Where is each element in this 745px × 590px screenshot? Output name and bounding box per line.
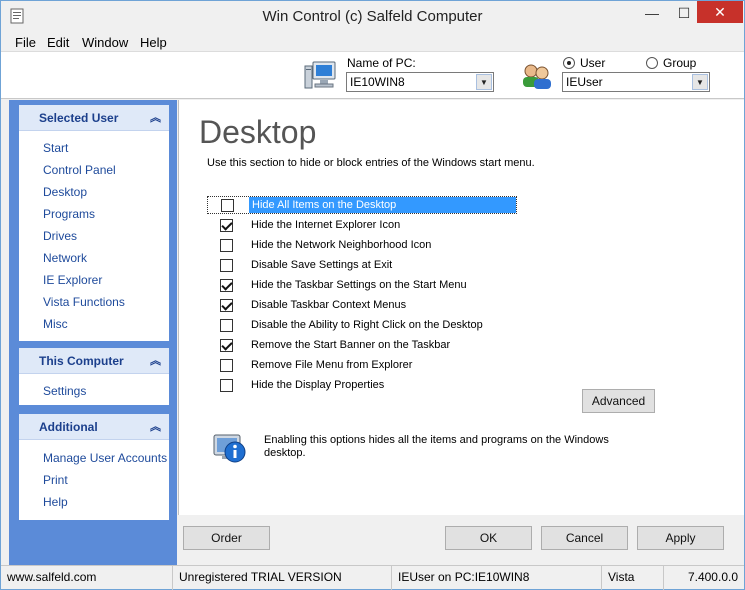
checkbox[interactable] bbox=[220, 358, 233, 372]
page-title: Desktop bbox=[199, 114, 317, 150]
option-disable-right-click[interactable]: Disable the Ability to Right Click on th… bbox=[207, 316, 486, 334]
checkbox[interactable] bbox=[221, 198, 234, 212]
radio-group-label: Group bbox=[663, 56, 697, 70]
option-label: Remove File Menu from Explorer bbox=[251, 359, 413, 371]
radio-group-indicator[interactable] bbox=[646, 57, 658, 69]
radio-user-label: User bbox=[580, 56, 606, 70]
sidebar-item-desktop[interactable]: Desktop bbox=[43, 185, 87, 199]
status-version: 7.400.0.0 bbox=[687, 570, 738, 584]
sidebar-item-settings[interactable]: Settings bbox=[43, 384, 86, 398]
sidebar-item-misc[interactable]: Misc bbox=[43, 317, 68, 331]
selection-bar: Name of PC: IE10WIN8 ▼ User Group IEUser… bbox=[1, 52, 744, 99]
pc-name-label: Name of PC: bbox=[347, 56, 416, 70]
menu-file[interactable]: File bbox=[15, 35, 36, 50]
checkbox[interactable] bbox=[220, 258, 233, 272]
sidebar-item-drives[interactable]: Drives bbox=[43, 229, 77, 243]
advanced-button[interactable]: Advanced bbox=[582, 389, 655, 413]
sidebar-item-print[interactable]: Print bbox=[43, 473, 68, 487]
panel-selected-user: Selected User ︽ Start Control Panel Desk… bbox=[19, 105, 169, 341]
sidebar: Selected User ︽ Start Control Panel Desk… bbox=[9, 100, 177, 565]
app-window: Win Control (c) Salfeld Computer — ☐ ✕ F… bbox=[0, 0, 745, 590]
pc-name-select[interactable]: IE10WIN8 ▼ bbox=[346, 72, 494, 92]
panel-additional: Additional ︽ Manage User Accounts Print … bbox=[19, 414, 169, 520]
status-user-pc: IEUser on PC:IE10WIN8 bbox=[392, 566, 602, 590]
button-bar: Order OK Cancel Apply bbox=[178, 515, 744, 565]
close-button[interactable]: ✕ bbox=[697, 1, 743, 23]
apply-button[interactable]: Apply bbox=[637, 526, 724, 550]
panel-header-additional[interactable]: Additional ︽ bbox=[19, 414, 169, 440]
status-os: Vista bbox=[602, 566, 664, 590]
option-label: Remove the Start Banner on the Taskbar bbox=[251, 339, 451, 351]
sidebar-item-manage-user-accounts[interactable]: Manage User Accounts bbox=[43, 451, 167, 465]
checkbox[interactable] bbox=[220, 378, 233, 392]
status-website: www.salfeld.com bbox=[1, 566, 173, 590]
option-label: Hide the Taskbar Settings on the Start M… bbox=[251, 279, 467, 291]
computer-icon bbox=[304, 61, 336, 89]
info-text: Enabling this options hides all the item… bbox=[264, 434, 609, 459]
radio-group[interactable]: Group bbox=[646, 56, 696, 70]
panel-title: This Computer bbox=[39, 354, 124, 368]
sidebar-item-help[interactable]: Help bbox=[43, 495, 68, 509]
panel-title: Selected User bbox=[39, 111, 119, 125]
option-hide-taskbar-settings[interactable]: Hide the Taskbar Settings on the Start M… bbox=[207, 276, 470, 294]
sidebar-item-network[interactable]: Network bbox=[43, 251, 87, 265]
info-icon bbox=[213, 434, 246, 463]
collapse-icon[interactable]: ︽ bbox=[150, 109, 161, 125]
main-content: Desktop Use this section to hide or bloc… bbox=[178, 100, 744, 515]
option-hide-all-items[interactable]: Hide All Items on the Desktop bbox=[207, 196, 517, 214]
collapse-icon[interactable]: ︽ bbox=[150, 418, 161, 434]
sidebar-item-ie-explorer[interactable]: IE Explorer bbox=[43, 273, 102, 287]
option-label: Disable the Ability to Right Click on th… bbox=[251, 319, 483, 331]
page-description: Use this section to hide or block entrie… bbox=[207, 157, 535, 169]
user-select[interactable]: IEUser ▼ bbox=[562, 72, 710, 92]
checkbox[interactable] bbox=[220, 318, 233, 332]
sidebar-item-start[interactable]: Start bbox=[43, 141, 68, 155]
users-icon bbox=[523, 64, 551, 89]
panel-header-this-computer[interactable]: This Computer ︽ bbox=[19, 348, 169, 374]
panel-header-selected-user[interactable]: Selected User ︽ bbox=[19, 105, 169, 131]
order-button[interactable]: Order bbox=[183, 526, 270, 550]
option-label: Hide the Display Properties bbox=[251, 379, 385, 391]
cancel-button[interactable]: Cancel bbox=[541, 526, 628, 550]
option-hide-ie-icon[interactable]: Hide the Internet Explorer Icon bbox=[207, 216, 403, 234]
ok-button[interactable]: OK bbox=[445, 526, 532, 550]
option-label: Hide the Network Neighborhood Icon bbox=[251, 239, 432, 251]
menu-window[interactable]: Window bbox=[82, 35, 128, 50]
checkbox[interactable] bbox=[220, 278, 233, 292]
panel-title: Additional bbox=[39, 420, 98, 434]
option-disable-save-settings[interactable]: Disable Save Settings at Exit bbox=[207, 256, 395, 274]
chevron-down-icon[interactable]: ▼ bbox=[476, 74, 492, 90]
radio-user[interactable]: User bbox=[563, 56, 605, 70]
collapse-icon[interactable]: ︽ bbox=[150, 352, 161, 368]
option-disable-taskbar-menus[interactable]: Disable Taskbar Context Menus bbox=[207, 296, 409, 314]
menu-bar: File Edit Window Help bbox=[1, 32, 744, 52]
option-label: Hide All Items on the Desktop bbox=[249, 197, 516, 213]
menu-help[interactable]: Help bbox=[140, 35, 167, 50]
checkbox[interactable] bbox=[220, 298, 233, 312]
status-license: Unregistered TRIAL VERSION bbox=[173, 566, 392, 590]
pc-name-value: IE10WIN8 bbox=[350, 75, 405, 89]
option-label: Disable Save Settings at Exit bbox=[251, 259, 393, 271]
user-value: IEUser bbox=[566, 75, 603, 89]
title-bar: Win Control (c) Salfeld Computer — ☐ ✕ bbox=[1, 1, 744, 32]
sidebar-item-vista-functions[interactable]: Vista Functions bbox=[43, 295, 125, 309]
radio-user-indicator[interactable] bbox=[563, 57, 575, 69]
status-bar: www.salfeld.com Unregistered TRIAL VERSI… bbox=[1, 565, 744, 590]
sidebar-item-programs[interactable]: Programs bbox=[43, 207, 95, 221]
checkbox[interactable] bbox=[220, 218, 233, 232]
chevron-down-icon[interactable]: ▼ bbox=[692, 74, 708, 90]
option-hide-display-properties[interactable]: Hide the Display Properties bbox=[207, 376, 387, 394]
option-label: Hide the Internet Explorer Icon bbox=[251, 219, 401, 231]
menu-edit[interactable]: Edit bbox=[47, 35, 69, 50]
option-label: Disable Taskbar Context Menus bbox=[251, 299, 407, 311]
option-remove-file-menu[interactable]: Remove File Menu from Explorer bbox=[207, 356, 415, 374]
sidebar-item-control-panel[interactable]: Control Panel bbox=[43, 163, 116, 177]
option-remove-start-banner[interactable]: Remove the Start Banner on the Taskbar bbox=[207, 336, 453, 354]
option-hide-network-icon[interactable]: Hide the Network Neighborhood Icon bbox=[207, 236, 434, 254]
checkbox[interactable] bbox=[220, 338, 233, 352]
checkbox[interactable] bbox=[220, 238, 233, 252]
panel-this-computer: This Computer ︽ Settings bbox=[19, 348, 169, 405]
